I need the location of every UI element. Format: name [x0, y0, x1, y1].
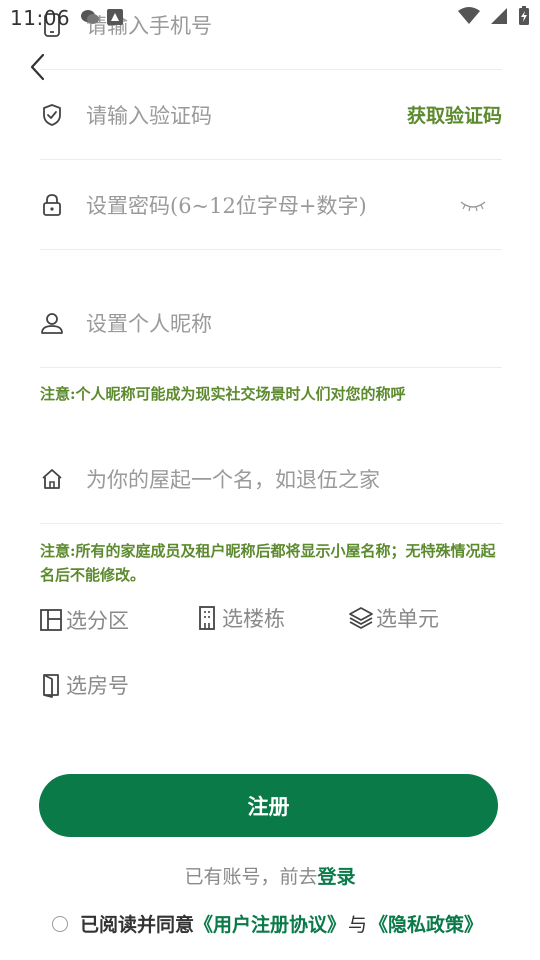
agreement-and-text: 与	[348, 914, 368, 936]
login-prompt: 已有账号，前去登录	[0, 862, 540, 889]
privacy-policy-link[interactable]: 《隐私政策》	[369, 910, 483, 937]
door-icon	[38, 672, 64, 698]
lock-icon	[40, 193, 64, 217]
chevron-left-icon	[30, 53, 45, 81]
select-room-label: 选房号	[66, 674, 129, 698]
house-name-note: 注意:所有的家庭成员及租户昵称后都将显示小屋名称；无特殊情况起名后不能修改。	[40, 542, 496, 584]
battery-charging-icon	[518, 6, 530, 30]
house-name-field[interactable]: 为你的屋起一个名，如退伍之家	[40, 434, 502, 524]
agreement-row: 已阅读并同意 《用户注册协议》 与 《隐私政策》	[52, 910, 483, 937]
select-district-button[interactable]: 选分区	[38, 604, 129, 636]
select-district-label: 选分区	[66, 609, 129, 633]
wifi-icon	[458, 7, 480, 29]
app-notification-icon	[106, 8, 124, 30]
login-prompt-text: 已有账号，前去	[184, 866, 318, 888]
status-time: 11:06	[10, 6, 71, 30]
agreement-checkbox[interactable]	[52, 915, 68, 932]
status-bar: 11:06	[0, 0, 540, 36]
password-field[interactable]: 设置密码(6~12位字母+数字)	[40, 160, 502, 250]
verification-code-placeholder: 请输入验证码	[86, 103, 212, 128]
nickname-field[interactable]: 设置个人昵称	[40, 278, 502, 368]
login-link[interactable]: 登录	[318, 866, 356, 888]
signal-icon	[490, 7, 508, 29]
select-building-button[interactable]: 选楼栋	[194, 602, 285, 634]
select-unit-button[interactable]: 选单元	[348, 602, 439, 634]
select-room-button[interactable]: 选房号	[38, 669, 129, 701]
status-notification-icons	[80, 8, 124, 30]
select-unit-label: 选单元	[376, 607, 439, 631]
shield-check-icon	[40, 103, 64, 127]
building-icon	[194, 605, 220, 631]
register-button[interactable]: 注册	[39, 774, 498, 837]
back-button[interactable]	[22, 50, 52, 84]
nickname-placeholder: 设置个人昵称	[86, 311, 212, 336]
register-button-label: 注册	[247, 793, 290, 819]
status-system-icons	[458, 6, 530, 30]
wechat-icon	[80, 8, 100, 30]
eye-closed-icon	[460, 200, 486, 211]
home-icon	[40, 467, 64, 491]
select-building-label: 选楼栋	[222, 607, 285, 631]
password-placeholder: 设置密码(6~12位字母+数字)	[86, 193, 367, 218]
layers-icon	[348, 605, 374, 631]
district-layout-icon	[38, 607, 64, 633]
get-code-button[interactable]: 获取验证码	[407, 101, 502, 128]
nickname-note: 注意:个人昵称可能成为现实社交场景时人们对您的称呼	[40, 385, 406, 403]
verification-code-field[interactable]: 请输入验证码 获取验证码	[40, 70, 502, 160]
user-agreement-link[interactable]: 《用户注册协议》	[194, 910, 346, 937]
house-name-placeholder: 为你的屋起一个名，如退伍之家	[86, 467, 380, 492]
agreement-text: 已阅读并同意	[80, 914, 195, 936]
user-icon	[40, 311, 64, 335]
password-visibility-toggle[interactable]	[458, 195, 488, 215]
